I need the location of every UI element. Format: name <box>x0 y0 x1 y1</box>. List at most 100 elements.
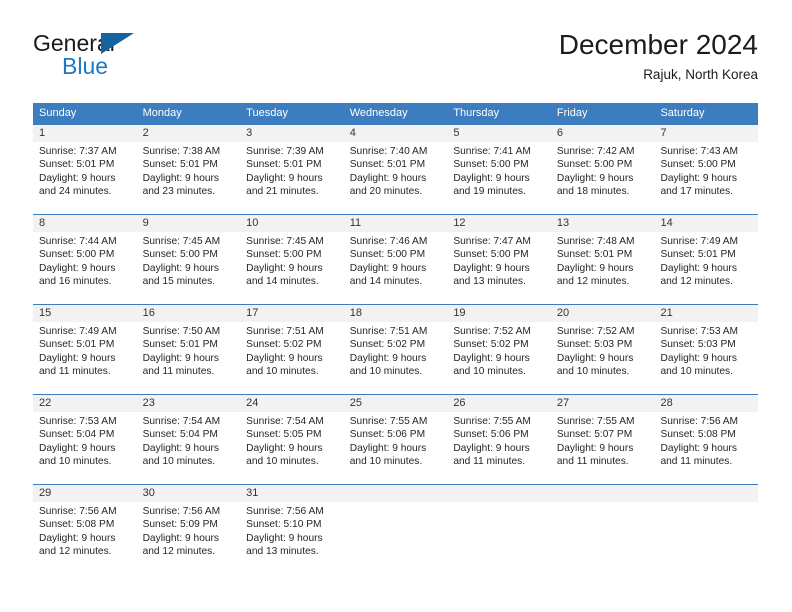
day-number[interactable]: 13 <box>551 215 655 232</box>
sunrise-text: Sunrise: 7:56 AM <box>246 506 324 517</box>
daylight-text: Daylight: 9 hours <box>349 262 427 274</box>
day-number[interactable]: 22 <box>33 395 137 412</box>
sunset-text: Sunset: 5:01 PM <box>660 249 736 261</box>
daylight-text: Daylight: 9 hours <box>246 532 323 544</box>
daylight-text-cont: and 10 minutes. <box>453 366 526 378</box>
day-number[interactable]: 23 <box>137 395 241 412</box>
daylight-text: Daylight: 9 hours <box>349 352 427 364</box>
sunrise-text: Sunrise: 7:52 AM <box>556 326 635 337</box>
day-number[interactable]: 3 <box>240 125 344 142</box>
sunrise-text: Sunrise: 7:55 AM <box>556 416 635 427</box>
daylight-text-cont: and 21 minutes. <box>246 186 319 198</box>
week-daynumbers: 8 9 10 11 12 13 14 <box>33 215 758 232</box>
sunrise-text: Sunrise: 7:45 AM <box>246 236 324 247</box>
daylight-text-cont: and 10 minutes. <box>246 366 319 378</box>
day-number[interactable]: 31 <box>240 485 344 502</box>
sunset-text: Sunset: 5:08 PM <box>39 519 115 531</box>
daylight-text-cont: and 11 minutes. <box>453 456 526 468</box>
daylight-text-cont: and 23 minutes. <box>142 186 216 198</box>
daylight-text: Daylight: 9 hours <box>453 442 530 454</box>
daylight-text-cont: and 10 minutes. <box>246 456 319 468</box>
day-number[interactable]: 21 <box>654 305 758 322</box>
daylight-text-cont: and 14 minutes. <box>349 276 423 288</box>
daylight-text: Daylight: 9 hours <box>556 442 634 454</box>
daylight-text-cont: and 11 minutes. <box>39 366 111 378</box>
day-cell: Sunrise: 7:37 AM Sunset: 5:01 PM Dayligh… <box>33 142 137 214</box>
day-cell: Sunrise: 7:56 AM Sunset: 5:09 PM Dayligh… <box>137 502 241 574</box>
day-number[interactable]: 12 <box>447 215 551 232</box>
day-cell: Sunrise: 7:41 AM Sunset: 5:00 PM Dayligh… <box>447 142 551 214</box>
day-number[interactable]: 11 <box>344 215 448 232</box>
sunset-text: Sunset: 5:04 PM <box>39 429 115 441</box>
day-number-empty <box>447 485 551 502</box>
week-details: Sunrise: 7:49 AM Sunset: 5:01 PM Dayligh… <box>33 322 758 394</box>
day-number[interactable]: 20 <box>551 305 655 322</box>
sunrise-text: Sunrise: 7:49 AM <box>39 326 117 337</box>
day-cell: Sunrise: 7:52 AM Sunset: 5:02 PM Dayligh… <box>447 322 551 394</box>
day-number[interactable]: 27 <box>551 395 655 412</box>
week-daynumbers: 22 23 24 25 26 27 28 <box>33 395 758 412</box>
weekday-header-sunday: Sunday <box>39 107 77 119</box>
day-number[interactable]: 2 <box>137 125 241 142</box>
day-cell-empty <box>447 502 551 574</box>
page-title: December 2024 <box>558 29 758 60</box>
weekday-header-wednesday: Wednesday <box>349 107 408 119</box>
daylight-text-cont: and 12 minutes. <box>142 546 216 558</box>
day-number[interactable]: 19 <box>447 305 551 322</box>
daylight-text: Daylight: 9 hours <box>556 172 634 184</box>
sunset-text: Sunset: 5:00 PM <box>39 249 115 261</box>
day-number[interactable]: 9 <box>137 215 241 232</box>
day-number[interactable]: 10 <box>240 215 344 232</box>
day-number[interactable]: 14 <box>654 215 758 232</box>
day-number-empty <box>551 485 655 502</box>
day-number[interactable]: 1 <box>33 125 137 142</box>
daylight-text: Daylight: 9 hours <box>39 262 116 274</box>
day-number[interactable]: 24 <box>240 395 344 412</box>
day-cell: Sunrise: 7:55 AM Sunset: 5:06 PM Dayligh… <box>447 412 551 484</box>
daylight-text-cont: and 18 minutes. <box>556 186 630 198</box>
sunset-text: Sunset: 5:02 PM <box>246 339 322 351</box>
week-daynumbers: 1 2 3 4 5 6 7 <box>33 125 758 142</box>
day-number[interactable]: 30 <box>137 485 241 502</box>
sunrise-text: Sunrise: 7:45 AM <box>142 236 221 247</box>
day-number[interactable]: 15 <box>33 305 137 322</box>
day-number[interactable]: 25 <box>344 395 448 412</box>
day-cell: Sunrise: 7:56 AM Sunset: 5:10 PM Dayligh… <box>240 502 344 574</box>
title-block: December 2024 Rajuk, North Korea <box>559 28 758 84</box>
sunrise-text: Sunrise: 7:44 AM <box>39 236 117 247</box>
week-row: 8 9 10 11 12 13 14 Sunrise: 7:44 AM Suns… <box>33 214 758 304</box>
generalblue-logo: General Blue <box>33 30 233 86</box>
sunset-text: Sunset: 5:09 PM <box>142 519 218 531</box>
daylight-text: Daylight: 9 hours <box>39 442 116 454</box>
day-number[interactable]: 16 <box>137 305 241 322</box>
day-number[interactable]: 6 <box>551 125 655 142</box>
day-number[interactable]: 8 <box>33 215 137 232</box>
day-cell: Sunrise: 7:44 AM Sunset: 5:00 PM Dayligh… <box>33 232 137 304</box>
day-number[interactable]: 4 <box>344 125 448 142</box>
sunrise-text: Sunrise: 7:56 AM <box>660 416 739 427</box>
daylight-text-cont: and 11 minutes. <box>142 366 215 378</box>
day-number[interactable]: 28 <box>654 395 758 412</box>
week-row: 15 16 17 18 19 20 21 Sunrise: 7:49 AM Su… <box>33 304 758 394</box>
sunrise-text: Sunrise: 7:52 AM <box>453 326 531 337</box>
sunrise-text: Sunrise: 7:55 AM <box>453 416 531 427</box>
sunset-text: Sunset: 5:10 PM <box>246 519 322 531</box>
daylight-text: Daylight: 9 hours <box>660 352 737 364</box>
day-number[interactable]: 17 <box>240 305 344 322</box>
sunset-text: Sunset: 5:06 PM <box>349 429 426 441</box>
daylight-text-cont: and 17 minutes. <box>660 186 733 198</box>
weekday-header-monday: Monday <box>142 107 182 119</box>
daylight-text: Daylight: 9 hours <box>660 262 737 274</box>
day-number[interactable]: 7 <box>654 125 758 142</box>
week-daynumbers: 15 16 17 18 19 20 21 <box>33 305 758 322</box>
day-number[interactable]: 5 <box>447 125 551 142</box>
sunset-text: Sunset: 5:00 PM <box>660 159 736 171</box>
day-cell: Sunrise: 7:42 AM Sunset: 5:00 PM Dayligh… <box>551 142 655 214</box>
logo-triangle-icon <box>101 33 134 54</box>
day-number[interactable]: 18 <box>344 305 448 322</box>
day-number[interactable]: 29 <box>33 485 137 502</box>
day-cell: Sunrise: 7:51 AM Sunset: 5:02 PM Dayligh… <box>240 322 344 394</box>
sunset-text: Sunset: 5:01 PM <box>142 339 218 351</box>
day-cell: Sunrise: 7:56 AM Sunset: 5:08 PM Dayligh… <box>33 502 137 574</box>
day-number[interactable]: 26 <box>447 395 551 412</box>
